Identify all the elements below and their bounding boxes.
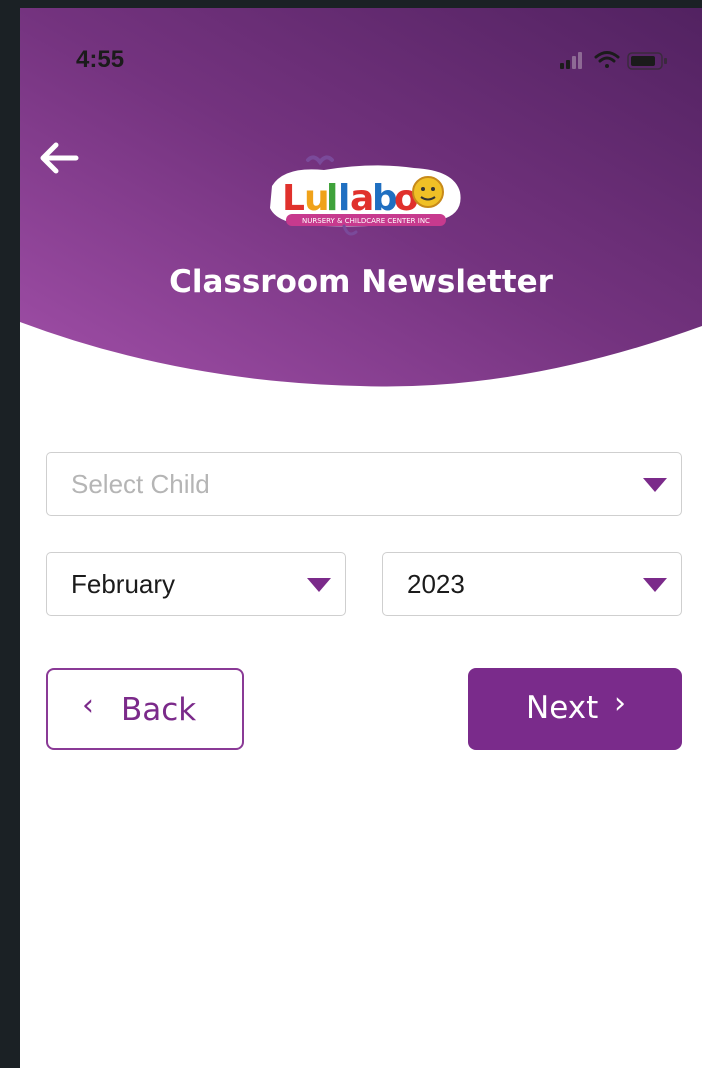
month-value: February <box>71 569 176 599</box>
month-dropdown[interactable]: February <box>46 552 346 616</box>
battery-icon <box>627 52 667 70</box>
select-child-dropdown[interactable]: Select Child <box>46 452 682 516</box>
svg-text:L: L <box>282 178 305 219</box>
wifi-icon <box>594 51 620 68</box>
caret-down-icon <box>643 478 667 492</box>
select-child-placeholder: Select Child <box>71 469 210 499</box>
chevron-right-icon: › <box>614 686 626 721</box>
back-arrow-icon[interactable] <box>36 136 80 180</box>
chevron-left-icon: ‹ <box>82 688 94 723</box>
next-button[interactable]: Next › <box>468 668 682 750</box>
lullaboo-logo: L u l l a b o NURSERY & CHILDCARE CENTER… <box>264 152 466 244</box>
back-button[interactable]: ‹ Back <box>46 668 244 750</box>
svg-text:l: l <box>338 178 350 219</box>
app-screen: 4:55 L u l l a b o NURSERY & CHILDCARE C… <box>20 8 702 1068</box>
svg-text:l: l <box>326 178 338 219</box>
signal-icon <box>560 52 582 69</box>
caret-down-icon <box>307 578 331 592</box>
caret-down-icon <box>643 578 667 592</box>
logo-tagline: NURSERY & CHILDCARE CENTER INC <box>302 217 430 225</box>
year-dropdown[interactable]: 2023 <box>382 552 682 616</box>
year-value: 2023 <box>407 569 465 599</box>
page-title: Classroom Newsletter <box>169 264 553 300</box>
svg-text:a: a <box>350 178 374 219</box>
status-time: 4:55 <box>76 46 125 73</box>
next-button-label: Next <box>526 690 599 726</box>
status-icons <box>560 48 680 74</box>
back-button-label: Back <box>121 692 197 728</box>
